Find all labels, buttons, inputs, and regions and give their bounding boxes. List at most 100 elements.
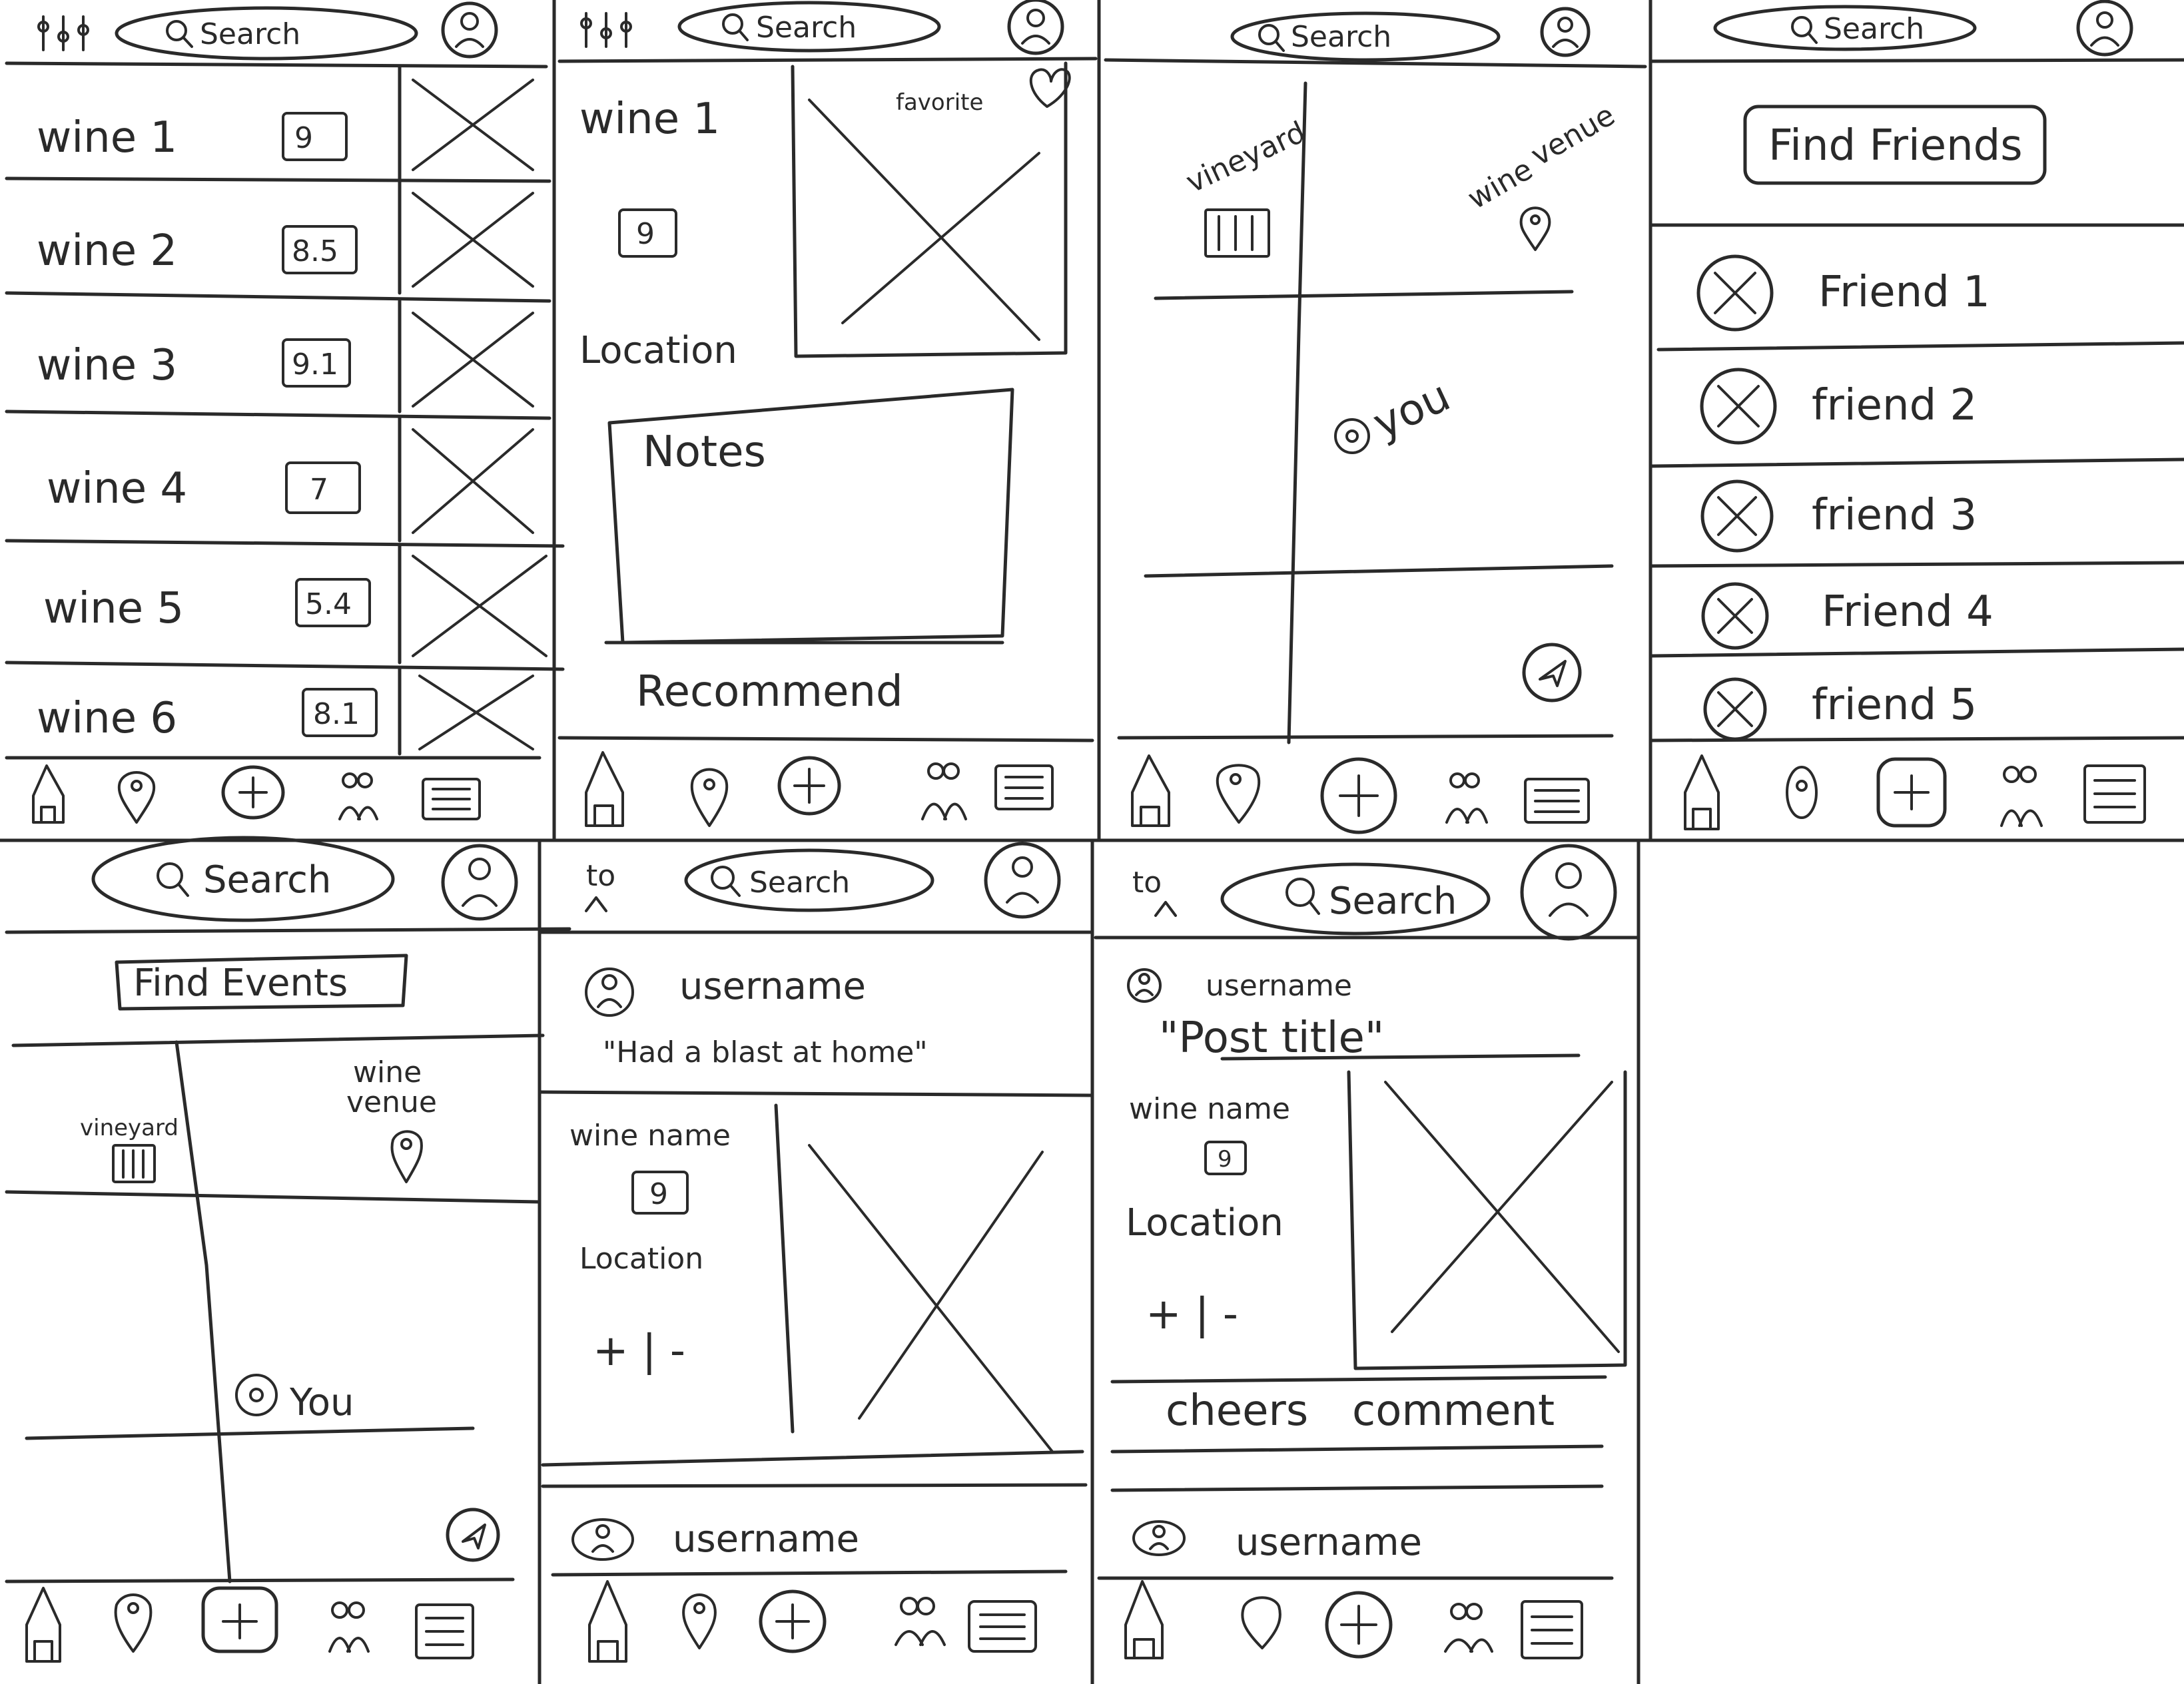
home-icon[interactable] [588, 1580, 627, 1663]
find-events-button[interactable]: Find Events [115, 954, 408, 1011]
avatar [1700, 479, 1774, 553]
find-friends-button[interactable]: Find Friends [1743, 105, 2047, 185]
search-bar[interactable]: Search [1230, 11, 1501, 62]
score-badge: 9 [1218, 1146, 1232, 1173]
map-pin-icon[interactable] [1216, 764, 1261, 824]
avatar [585, 968, 634, 1017]
list-item[interactable]: wine 2 8.5 [37, 179, 534, 295]
filter-icon[interactable] [580, 12, 632, 48]
score-badge: 8.5 [292, 234, 338, 268]
filter-icon[interactable] [37, 15, 89, 51]
search-bar[interactable]: Search [684, 848, 934, 912]
search-bar[interactable]: Search [115, 6, 418, 61]
home-icon[interactable] [585, 751, 624, 827]
map-pin-icon[interactable] [1786, 766, 1818, 819]
list-item[interactable]: wine 1 9 [37, 65, 534, 180]
comment-button[interactable]: comment [1352, 1386, 1555, 1436]
list-item[interactable]: wine 5 5.4 [43, 544, 547, 665]
friends-icon[interactable] [895, 1597, 946, 1646]
recommend-button[interactable]: Recommend [636, 667, 903, 716]
add-icon[interactable] [1876, 757, 1947, 828]
map-view[interactable]: vineyard wine venue you [1144, 81, 1621, 744]
home-icon[interactable] [1684, 754, 1720, 830]
list-icon[interactable] [994, 764, 1054, 810]
add-icon[interactable] [1325, 1591, 1393, 1659]
friends-list: Friend 1 friend 2 friend 3 Friend 4 frie… [1650, 254, 2184, 741]
username: username [679, 965, 866, 1008]
profile-icon[interactable] [984, 842, 1061, 919]
list-icon[interactable] [968, 1600, 1037, 1653]
list-item[interactable]: Friend 4 [1701, 582, 1994, 650]
next-post-preview[interactable]: username [571, 1518, 859, 1561]
wine-name: wine name [1129, 1092, 1290, 1126]
friends-icon[interactable] [2000, 766, 2043, 827]
profile-icon[interactable] [441, 844, 518, 921]
home-icon[interactable] [1124, 1580, 1164, 1659]
search-bar[interactable]: Search [1713, 5, 1977, 51]
vote-controls[interactable]: + | - [1146, 1290, 1238, 1339]
locate-button[interactable] [446, 1508, 500, 1562]
profile-icon[interactable] [1520, 844, 1617, 941]
profile-icon[interactable] [1007, 0, 1064, 55]
search-bar[interactable]: Search [91, 836, 395, 922]
notes-field[interactable]: Notes [607, 388, 1014, 645]
cheers-button[interactable]: cheers [1166, 1386, 1308, 1436]
to-icon[interactable]: to [1132, 866, 1177, 917]
home-icon[interactable] [1131, 754, 1170, 827]
list-icon[interactable] [422, 778, 481, 820]
friends-icon[interactable] [1444, 1603, 1493, 1653]
vote-controls[interactable]: + | - [593, 1326, 685, 1376]
list-icon[interactable] [415, 1603, 474, 1659]
map-pin-icon[interactable] [117, 771, 156, 824]
heart-icon[interactable] [1029, 68, 1071, 108]
friends-icon[interactable] [338, 772, 378, 820]
list-icon[interactable] [1521, 1600, 1583, 1659]
profile-icon[interactable] [1540, 7, 1591, 57]
friends-icon[interactable] [921, 762, 967, 820]
image-placeholder [398, 416, 534, 543]
add-icon[interactable] [1320, 757, 1397, 834]
vineyard-icon[interactable] [112, 1144, 156, 1183]
wine-name: wine 2 [37, 226, 177, 276]
list-icon[interactable] [2083, 764, 2146, 824]
home-icon[interactable] [25, 1587, 61, 1663]
map-pin-icon[interactable] [114, 1593, 153, 1653]
post-card[interactable]: username "Had a blast at home" wine name… [538, 965, 1094, 1453]
add-icon[interactable] [759, 1589, 827, 1653]
screen-friends: Search Find Friends Friend 1 friend 2 fr… [1648, 0, 2184, 830]
home-icon[interactable] [32, 764, 65, 824]
list-item[interactable]: friend 2 [1700, 368, 1977, 445]
list-item[interactable]: wine 4 7 [47, 416, 534, 543]
map-pin-icon[interactable] [682, 1593, 717, 1649]
search-bar[interactable]: Search [677, 1, 941, 53]
locate-button[interactable] [1522, 643, 1582, 702]
bottom-nav [1124, 1580, 1583, 1659]
list-item[interactable]: wine 3 9.1 [37, 299, 534, 414]
list-item[interactable]: friend 3 [1700, 479, 1977, 553]
search-icon [166, 20, 193, 48]
profile-icon[interactable] [2076, 0, 2133, 57]
next-post-preview[interactable]: username [1132, 1520, 1422, 1564]
map-pin-icon[interactable] [390, 1130, 423, 1183]
list-icon[interactable] [1524, 778, 1590, 824]
list-item[interactable]: wine 6 8.1 [37, 667, 534, 756]
map-pin-icon[interactable] [1519, 206, 1551, 251]
friend-name: friend 2 [1812, 381, 1977, 430]
friends-icon[interactable] [328, 1601, 370, 1653]
list-item[interactable]: Friend 1 [1696, 254, 1990, 332]
vineyard-icon[interactable] [1204, 208, 1270, 258]
map-view[interactable]: vineyard wine venue You [5, 1040, 542, 1583]
map-pin-icon[interactable] [1241, 1596, 1281, 1649]
to-icon[interactable]: to [585, 859, 615, 912]
add-icon[interactable] [201, 1586, 278, 1653]
vineyard-label: vineyard [80, 1115, 179, 1141]
search-bar[interactable]: Search [1220, 862, 1491, 936]
add-icon[interactable] [221, 765, 285, 820]
add-icon[interactable] [777, 756, 841, 816]
map-pin-icon[interactable] [690, 768, 729, 827]
list-item[interactable]: friend 5 [1703, 677, 1977, 741]
wine-name: wine 6 [37, 694, 177, 743]
friends-icon[interactable] [1445, 772, 1488, 824]
profile-icon[interactable] [441, 1, 498, 59]
score-badge: 5.4 [305, 587, 352, 621]
